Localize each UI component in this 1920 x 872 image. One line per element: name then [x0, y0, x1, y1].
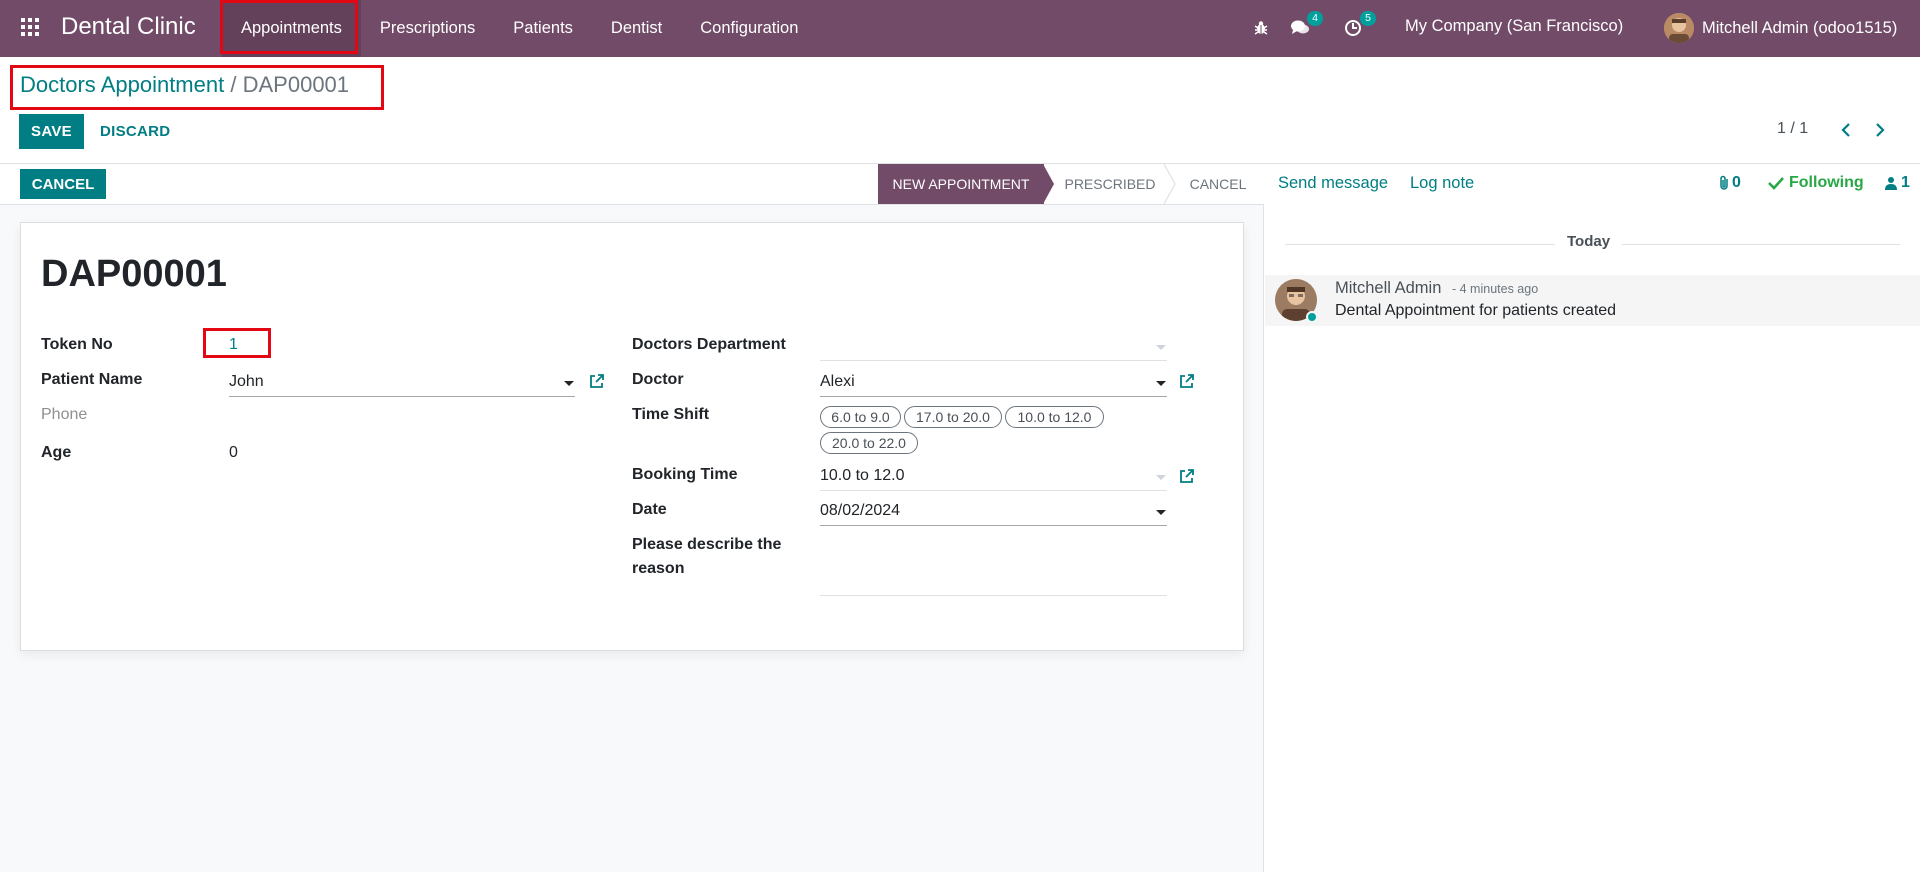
paperclip-icon — [1720, 175, 1728, 190]
stage-cancel[interactable]: CANCEL — [1176, 164, 1260, 204]
token-no-value[interactable]: 1 — [229, 336, 238, 354]
menu-item-dentist[interactable]: Dentist — [592, 0, 681, 57]
followers-count: 1 — [1901, 174, 1910, 191]
date-value[interactable]: 08/02/2024 — [820, 502, 900, 520]
menu-item-prescriptions[interactable]: Prescriptions — [361, 0, 494, 57]
booking-time-label: Booking Time — [632, 466, 738, 483]
save-button[interactable]: SAVE — [19, 114, 84, 149]
discard-button[interactable]: DISCARD — [100, 114, 170, 149]
attachments-button[interactable]: 0 — [1718, 174, 1741, 192]
patient-name-value[interactable]: John — [229, 373, 264, 391]
patient-name-dropdown-icon[interactable] — [564, 381, 574, 386]
time-shift-tag[interactable]: 20.0 to 22.0 — [820, 432, 918, 454]
apps-grid-icon[interactable] — [21, 18, 41, 38]
doctor-label: Doctor — [632, 371, 684, 388]
date-dropdown-icon[interactable] — [1156, 510, 1166, 515]
booking-time-value[interactable]: 10.0 to 12.0 — [820, 467, 905, 485]
bug-icon[interactable] — [1251, 18, 1271, 38]
date-label: Date — [632, 501, 667, 518]
following-label: Following — [1789, 174, 1864, 191]
date-underline — [820, 525, 1167, 526]
check-icon — [1768, 177, 1784, 190]
form-sheet: DAP00001 Token No 1 Patient Name John Ph… — [20, 222, 1244, 651]
cancel-button[interactable]: CANCEL — [20, 169, 106, 199]
breadcrumb: Doctors Appointment / DAP00001 — [20, 72, 349, 98]
reason-label-line2: reason — [632, 560, 685, 577]
age-label: Age — [41, 444, 72, 461]
time-shift-tag[interactable]: 17.0 to 20.0 — [904, 406, 1002, 428]
time-shift-label: Time Shift — [632, 406, 710, 423]
date-separator-label: Today — [1555, 233, 1623, 250]
chatter-pane: Send message Log note 0 Following 1 Toda… — [1265, 164, 1920, 872]
stage-new-appointment[interactable]: NEW APPOINTMENT — [878, 164, 1044, 204]
company-switcher[interactable]: My Company (San Francisco) — [1405, 17, 1623, 36]
status-bar: CANCEL NEW APPOINTMENT PRESCRIBED CANCEL — [0, 164, 1264, 205]
stage-prescribed[interactable]: PRESCRIBED — [1054, 164, 1166, 204]
user-avatar — [1664, 13, 1694, 43]
user-name: Mitchell Admin (odoo1515) — [1702, 18, 1898, 37]
menu-item-configuration[interactable]: Configuration — [681, 0, 817, 57]
age-value[interactable]: 0 — [229, 444, 238, 462]
user-menu[interactable]: Mitchell Admin (odoo1515) — [1664, 13, 1897, 43]
app-brand[interactable]: Dental Clinic — [61, 13, 196, 41]
doctor-dropdown-icon[interactable] — [1156, 381, 1166, 386]
send-message-button[interactable]: Send message — [1278, 174, 1388, 193]
pager-next-icon[interactable] — [1870, 118, 1890, 142]
activity-badge: 5 — [1360, 11, 1376, 26]
stage-arrow-separator — [1163, 164, 1176, 204]
menu-item-patients[interactable]: Patients — [494, 0, 592, 57]
reason-underline — [820, 595, 1167, 596]
time-shift-tag[interactable]: 10.0 to 12.0 — [1005, 406, 1104, 428]
record-title: DAP00001 — [41, 253, 227, 295]
chat-icon[interactable]: 4 — [1290, 11, 1323, 38]
log-note-button[interactable]: Log note — [1410, 174, 1474, 193]
booking-time-underline — [820, 490, 1167, 491]
activity-clock-icon[interactable]: 5 — [1343, 11, 1376, 38]
chatter-message: Mitchell Admin - 4 minutes ago Dental Ap… — [1265, 275, 1920, 326]
breadcrumb-current: DAP00001 — [242, 72, 350, 97]
pager-previous-icon[interactable] — [1836, 118, 1856, 142]
reason-label-line1: Please describe the — [632, 536, 782, 553]
pager-value[interactable]: 1 / 1 — [1777, 120, 1808, 138]
online-status-dot — [1306, 311, 1318, 323]
message-time: - 4 minutes ago — [1452, 282, 1539, 296]
doctors-department-label: Doctors Department — [632, 336, 786, 353]
user-icon — [1885, 177, 1897, 190]
doctors-department-underline — [820, 360, 1167, 361]
attachments-count: 0 — [1732, 174, 1741, 191]
followers-button[interactable]: 1 — [1885, 174, 1910, 192]
message-body: Dental Appointment for patients created — [1335, 302, 1617, 319]
form-pane: CANCEL NEW APPOINTMENT PRESCRIBED CANCEL… — [0, 164, 1264, 872]
booking-time-dropdown-icon[interactable] — [1156, 475, 1166, 480]
top-navbar: Dental Clinic Appointments Prescriptions… — [0, 0, 1920, 57]
patient-name-label: Patient Name — [41, 371, 143, 388]
doctor-external-link-icon[interactable] — [1179, 373, 1195, 389]
doctors-department-dropdown-icon[interactable] — [1156, 345, 1166, 350]
menu-item-appointments[interactable]: Appointments — [222, 0, 361, 57]
patient-external-link-icon[interactable] — [589, 373, 605, 389]
time-shift-tag[interactable]: 6.0 to 9.0 — [820, 406, 901, 428]
token-no-label: Token No — [41, 336, 113, 353]
main-menu: Appointments Prescriptions Patients Dent… — [222, 0, 817, 57]
doctor-underline — [820, 396, 1167, 397]
chat-badge: 4 — [1307, 11, 1323, 26]
doctor-value[interactable]: Alexi — [820, 373, 855, 391]
following-button[interactable]: Following — [1768, 174, 1864, 192]
message-author[interactable]: Mitchell Admin — [1335, 279, 1441, 298]
booking-time-external-link-icon[interactable] — [1179, 468, 1195, 484]
breadcrumb-parent[interactable]: Doctors Appointment — [20, 72, 224, 97]
breadcrumb-separator: / — [230, 72, 237, 97]
phone-label: Phone — [41, 406, 88, 423]
patient-name-underline — [229, 396, 575, 397]
